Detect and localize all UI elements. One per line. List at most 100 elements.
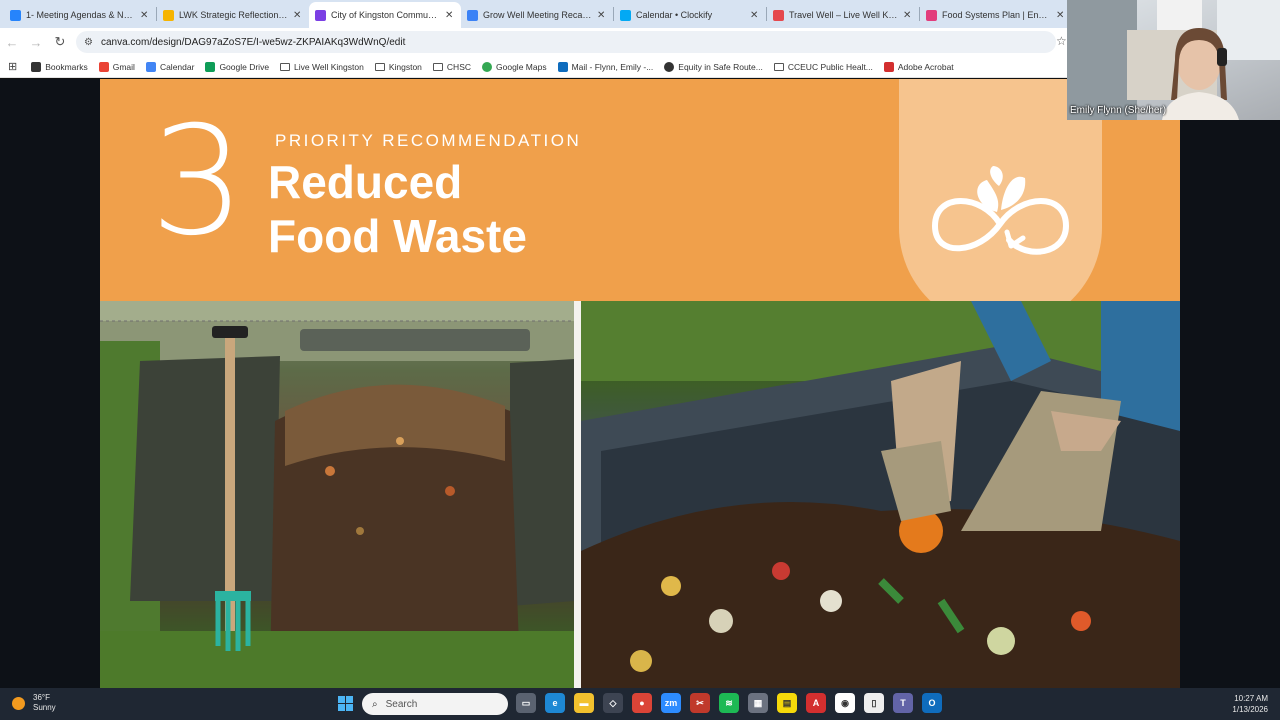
browser-tab[interactable]: Calendar • Clockify ✕ [614,2,766,28]
slide-title: Reduced Food Waste [268,155,527,263]
compost-bin-photo [100,301,574,688]
bookmark-label: Google Maps [496,61,547,72]
bookmark-item[interactable]: Mail - Flynn, Emily -... [557,61,654,72]
spotify-icon[interactable]: ≋ [719,693,739,713]
search-icon: ⌕ [372,698,378,710]
weather-widget[interactable]: 36°F Sunny [12,693,56,713]
tab-close-icon[interactable]: ✕ [903,10,913,21]
bookmark-item[interactable]: Adobe Acrobat [883,61,954,72]
taskbar-apps: ▭ e ▬ ◇ ● zm ✂ ≋ ▦ ▤ A ◉ ▯ T O [516,693,951,713]
bookmark-item[interactable]: Equity in Safe Route... [664,61,763,72]
apps-grid-icon[interactable]: ⊞ [8,60,17,73]
photo-divider [574,301,581,688]
site-info-icon[interactable]: ⚙ [84,37,93,48]
tab-close-icon[interactable]: ✕ [597,10,607,21]
bookmark-item[interactable]: CHSC [432,62,471,72]
browser-tab[interactable]: LWK Strategic Reflection for Pr ✕ [157,2,309,28]
bookmark-item[interactable]: Google Maps [482,61,547,72]
bookmark-label: Mail - Flynn, Emily -... [571,61,654,72]
tab-close-icon[interactable]: ✕ [1056,10,1066,21]
start-button[interactable] [338,696,353,711]
bookmark-label: Adobe Acrobat [897,61,954,72]
bookmark-label: Equity in Safe Route... [678,61,763,72]
browser-tab[interactable]: City of Kingston Community ✕ [309,2,461,28]
sticky-notes-icon[interactable]: ▤ [777,693,797,713]
search-placeholder: Search [385,698,418,710]
address-bar[interactable]: ⚙ canva.com/design/DAG97aZoS7E/I-we5wz-Z… [76,31,1056,53]
browser-tab[interactable]: Grow Well Meeting Recap - T ✕ [461,2,613,28]
calendar-icon [145,61,156,72]
notepad-icon[interactable]: ▯ [864,693,884,713]
compost-bin-illustration [100,301,574,688]
edge-icon[interactable]: e [545,693,565,713]
compost-hands-illustration [581,301,1180,688]
slide-banner: 3 PRIORITY RECOMMENDATION Reduced Food W… [100,79,1180,329]
bookmark-label: Google Drive [219,61,270,72]
windows-taskbar: 36°F Sunny ⌕ Search ▭ e ▬ ◇ ● zm ✂ ≋ ▦ ▤… [0,688,1280,720]
bookmark-item[interactable]: Calendar [145,61,195,72]
forward-icon[interactable]: → [24,30,48,54]
weather-desc: Sunny [33,703,56,712]
presentation-slide[interactable]: 3 PRIORITY RECOMMENDATION Reduced Food W… [100,79,1180,688]
tab-favicon-icon [163,9,174,21]
star-icon [31,61,42,72]
bookmark-label: Calendar [159,61,195,72]
webcam-feed [1067,0,1280,120]
browser-tab[interactable]: Travel Well – Live Well Kingst ✕ [767,2,919,28]
drive-icon [205,61,216,72]
calculator-icon[interactable]: ▦ [748,693,768,713]
task-view-icon[interactable]: ▭ [516,693,536,713]
bookmark-label: Gmail [112,61,135,72]
bookmark-item[interactable]: Google Drive [205,61,270,72]
browser-tab[interactable]: 1- Meeting Agendas & Notes ✕ [4,2,156,28]
tab-label: Travel Well – Live Well Kingst [789,10,899,20]
back-icon[interactable]: ← [0,30,24,54]
file-explorer-icon[interactable]: ▬ [574,693,594,713]
maps-icon [482,61,493,72]
outlook-icon[interactable]: O [922,693,942,713]
bookmark-item[interactable]: Bookmarks [31,61,88,72]
slide-title-line-1: Reduced [268,156,463,208]
folder-icon [280,62,291,71]
weather-temp: 36°F [33,693,50,702]
slide-title-line-2: Food Waste [268,210,527,262]
bookmark-label: CCEUC Public Healt... [787,61,873,72]
participant-name: Emily Flynn (She/her) [1070,105,1167,116]
clock-time: 10:27 AM [1234,694,1268,703]
bookmark-item[interactable]: Kingston [374,61,422,72]
bookmark-star-icon[interactable]: ☆ [1056,34,1067,48]
tab-label: Food Systems Plan | Engage [942,10,1052,20]
system-clock[interactable]: 10:27 AM 1/13/2026 [1232,693,1268,715]
zoom-icon[interactable]: zm [661,693,681,713]
tab-favicon-icon [467,9,478,21]
acrobat-icon[interactable]: A [806,693,826,713]
taskbar-search[interactable]: ⌕ Search [362,693,508,715]
globe-icon [664,61,675,72]
tab-favicon-icon [10,9,21,21]
gmail-icon [98,61,109,72]
reload-icon[interactable]: ↻ [48,30,72,54]
infinity-leaf-icon [931,166,1070,255]
tab-label: Grow Well Meeting Recap - T [483,10,593,20]
tab-label: City of Kingston Community [331,10,441,20]
tab-close-icon[interactable]: ✕ [750,10,760,21]
tab-close-icon[interactable]: ✕ [293,10,303,21]
bookmark-item[interactable]: CCEUC Public Healt... [773,61,873,72]
bookmark-item[interactable]: Live Well Kingston [280,62,364,72]
media-icon[interactable]: ◉ [835,693,855,713]
snipping-tool-icon[interactable]: ✂ [690,693,710,713]
bookmark-label: Kingston [388,61,422,72]
browser-tab[interactable]: Food Systems Plan | Engage ✕ [920,2,1072,28]
tab-close-icon[interactable]: ✕ [445,10,455,21]
folder-icon [374,62,385,71]
chrome-icon[interactable]: ● [632,693,652,713]
tab-label: Calendar • Clockify [636,10,713,20]
recommendation-number: 3 [150,95,246,269]
teams-icon[interactable]: T [893,693,913,713]
app-icon[interactable]: ◇ [603,693,623,713]
tab-close-icon[interactable]: ✕ [140,10,150,21]
tab-favicon-icon [315,9,326,21]
bookmark-item[interactable]: Gmail [98,61,135,72]
url-text: canva.com/design/DAG97aZoS7E/I-we5wz-ZKP… [100,36,406,48]
folder-icon [432,62,443,71]
